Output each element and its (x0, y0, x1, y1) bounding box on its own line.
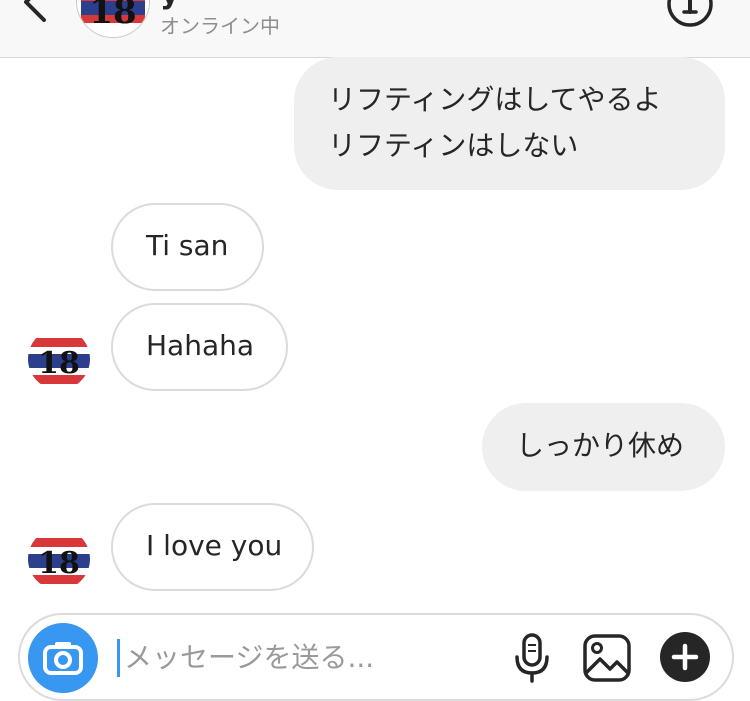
header-avatar[interactable]: 18 (76, 0, 150, 38)
flag-badge-icon: 18 (77, 0, 149, 37)
message-bubble-incoming[interactable]: Hahaha (111, 303, 288, 391)
message-text: I love you (146, 529, 283, 562)
message-input[interactable] (124, 635, 504, 679)
microphone-icon[interactable] (512, 633, 552, 683)
message-text: しっかり休め (516, 429, 685, 462)
avatar[interactable]: 18 (28, 328, 90, 390)
svg-text:18: 18 (38, 546, 80, 581)
info-icon[interactable] (666, 0, 714, 28)
back-arrow-icon[interactable] (14, 0, 54, 22)
message-bubble-outgoing[interactable]: しっかり休め (482, 403, 725, 491)
plus-icon (671, 643, 699, 671)
message-bubble-outgoing[interactable]: リフティングはしてやるよ リフティンはしない (294, 57, 725, 190)
svg-text:18: 18 (38, 346, 80, 381)
message-text-line: リフティンはしない (328, 129, 579, 162)
camera-button[interactable] (28, 623, 98, 693)
svg-text:18: 18 (89, 0, 136, 32)
gallery-icon[interactable] (582, 633, 632, 683)
online-status: オンライン中 (160, 14, 280, 38)
add-button[interactable] (660, 632, 710, 682)
message-text: Hahaha (146, 329, 255, 362)
avatar[interactable]: 18 (28, 528, 90, 590)
message-bubble-incoming[interactable]: I love you (111, 503, 314, 591)
chat-header: 18 y オンライン中 (0, 0, 750, 58)
flag-badge-icon: 18 (28, 328, 90, 390)
camera-icon (43, 642, 83, 675)
message-text: Ti san (146, 229, 229, 262)
flag-badge-icon: 18 (28, 528, 90, 590)
text-cursor (117, 639, 120, 677)
message-bubble-incoming[interactable]: Ti san (111, 203, 264, 291)
message-composer (18, 613, 734, 701)
message-text-line: リフティングはしてやるよ (328, 83, 662, 116)
